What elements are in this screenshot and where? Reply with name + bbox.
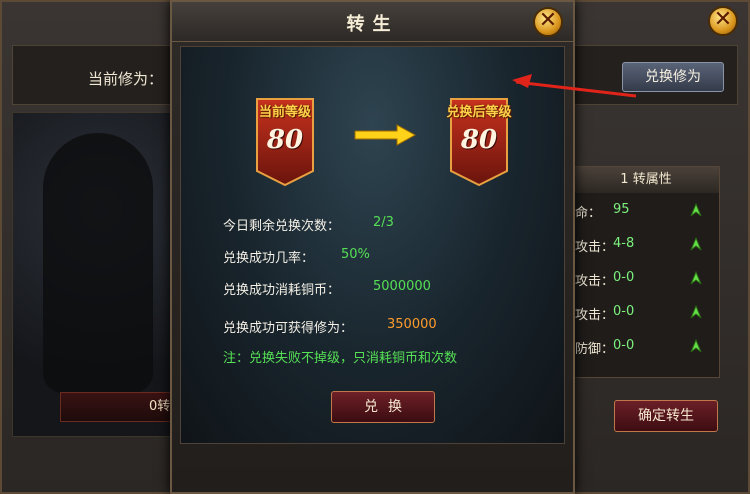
after-level-banner: 兑换后等级 80 [446,95,512,187]
attribute-row: 攻击： 0-0 [573,295,719,329]
attribute-name: 防御： [575,342,615,357]
dialog-header: 转生 ✕ [172,2,573,42]
green-up-arrow-icon [690,270,702,285]
info-label: 兑换成功几率： [223,251,315,266]
failure-note: 注：兑换失败不掉级，只消耗铜币和次数 [223,351,458,366]
yellow-right-arrow-icon [354,124,417,146]
info-label: 今日剩余兑换次数： [223,219,341,234]
exchange-button[interactable]: 兑换 [331,391,435,423]
info-value: 5000000 [373,279,431,294]
info-value: 2/3 [373,215,394,230]
current-cultivation-value [163,70,168,88]
current-cultivation-text: 当前修为： [88,70,164,88]
reincarnation-count-bar: 0转 [60,392,180,422]
current-level-banner: 当前等级 80 [253,95,317,187]
character-portrait [12,112,174,437]
green-up-arrow-icon [690,304,702,319]
red-pointer-arrow [512,74,637,98]
attribute-value: 95 [613,202,630,217]
attribute-value: 0-0 [613,338,635,353]
info-label: 兑换成功可获得修为： [223,321,354,336]
info-label: 兑换成功消耗铜币： [223,283,341,298]
attribute-name: 攻击： [575,274,615,289]
attribute-name: 攻击： [575,308,615,323]
close-icon[interactable]: ✕ [533,7,563,37]
attribute-panel-title: 1 转属性 [573,167,719,193]
attribute-panel: 1 转属性 命： 95 攻击： 4-8 攻击： 0-0 攻击： 0-0 防御： … [572,166,720,378]
attribute-value: 0-0 [613,270,635,285]
attribute-name: 攻击： [575,240,615,255]
current-level-label: 当前等级 [258,105,311,120]
close-icon[interactable]: ✕ [708,6,738,36]
attribute-row: 攻击： 0-0 [573,261,719,295]
after-level-value: 80 [460,125,498,155]
attribute-row: 攻击： 4-8 [573,227,719,261]
green-up-arrow-icon [690,338,702,353]
dialog-title: 转生 [346,14,399,35]
dialog-body: 当前等级 80 兑换后等级 80 今日剩余兑换次数： 2/3 兑换成功几率： 5… [180,46,565,444]
reincarnation-count-label: 0转 [149,399,171,414]
attribute-name: 命： [575,206,602,221]
green-up-arrow-icon [690,202,702,217]
info-row-rate: 兑换成功几率： 50% [223,247,370,266]
info-row-gain: 兑换成功可获得修为： 350000 [223,317,437,336]
green-up-arrow-icon [690,236,702,251]
after-level-label: 兑换后等级 [446,105,512,120]
attribute-row: 防御： 0-0 [573,329,719,363]
info-row-cost: 兑换成功消耗铜币： 5000000 [223,279,431,298]
character-silhouette [43,133,153,393]
attribute-value: 0-0 [613,304,635,319]
current-cultivation-label: 当前修为： [88,68,168,89]
info-value: 350000 [387,317,437,332]
attribute-row: 命： 95 [573,193,719,227]
info-value: 50% [341,247,370,262]
current-level-value: 80 [266,125,304,155]
info-row-remaining: 今日剩余兑换次数： 2/3 [223,215,394,234]
attribute-value: 4-8 [613,236,635,251]
confirm-reincarnation-button[interactable]: 确定转生 [614,400,718,432]
